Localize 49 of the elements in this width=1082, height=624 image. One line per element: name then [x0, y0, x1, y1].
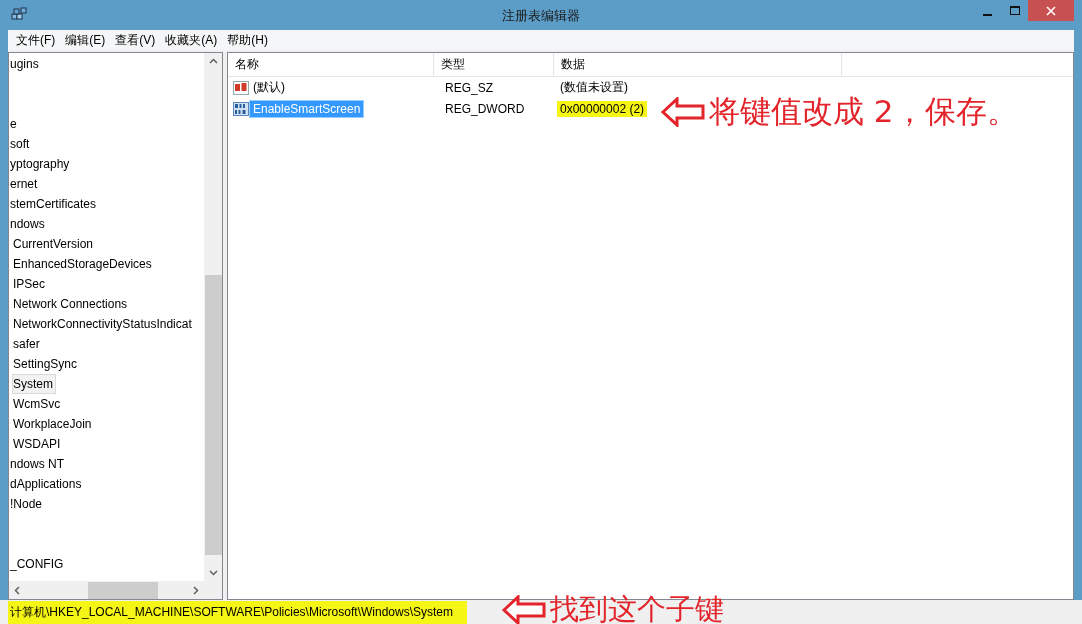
tree-item[interactable]: IPSec — [12, 274, 48, 294]
menu-item[interactable]: 帮助(H) — [223, 31, 274, 49]
status-path: 计算机\HKEY_LOCAL_MACHINE\SOFTWARE\Policies\Microsoft\Windows\System — [8, 600, 467, 624]
tree-item[interactable]: WSDAPI — [12, 434, 64, 454]
tree-item[interactable]: ernet — [9, 174, 41, 194]
tree-item[interactable]: System — [12, 374, 56, 394]
tree-item[interactable]: CurrentVersion — [12, 234, 97, 254]
tree-item[interactable]: safer — [12, 334, 43, 354]
menu-item[interactable]: 文件(F) — [12, 31, 62, 49]
tree-item[interactable]: _CONFIG — [9, 554, 67, 574]
tree-item[interactable]: stemCertificates — [9, 194, 100, 214]
vertical-scrollbar[interactable] — [204, 53, 222, 581]
tree-item[interactable]: SettingSync — [12, 354, 81, 374]
tree-item[interactable]: ndows — [9, 214, 48, 234]
tree-item[interactable]: NetworkConnectivityStatusIndicat — [12, 314, 195, 334]
horizontal-scrollbar[interactable] — [9, 581, 204, 599]
table-cell: 0x00000002 (2) — [557, 100, 648, 117]
tree-item[interactable]: dApplications — [9, 474, 85, 494]
menu-item[interactable]: 收藏夹(A) — [161, 31, 224, 49]
tree-item[interactable]: ugins — [9, 54, 42, 74]
window-title: 注册表编辑器 — [502, 7, 580, 25]
annotation-text: 将键值改成 2，保存。 — [709, 92, 1018, 131]
maximize-icon — [1009, 5, 1020, 16]
tree-item[interactable]: EnhancedStorageDevices — [12, 254, 155, 274]
tree-item[interactable]: Network Connections — [12, 294, 131, 314]
binary-value-icon — [233, 100, 249, 117]
string-value-icon — [233, 79, 249, 96]
table-cell-text: (数值未设置) — [559, 79, 629, 96]
scroll-thumb[interactable] — [204, 275, 222, 555]
value-name[interactable]: (默认) — [249, 77, 289, 98]
tree-item[interactable]: e — [9, 114, 20, 134]
table-cell: REG_SZ — [445, 80, 493, 95]
menu-item[interactable]: 查看(V) — [111, 31, 162, 49]
scroll-thumb[interactable] — [88, 581, 158, 599]
minimize-icon — [983, 13, 992, 16]
arrow-icon — [661, 97, 705, 127]
tree-item[interactable]: WcmSvc — [12, 394, 64, 414]
annotation-text: 找到这个子键 — [550, 591, 724, 624]
close-icon — [1046, 5, 1056, 16]
table-cell: REG_DWORD — [445, 101, 525, 116]
tree-item[interactable]: soft — [9, 134, 33, 154]
tree-item[interactable]: ndows NT — [9, 454, 68, 474]
tree-item[interactable]: WorkplaceJoin — [12, 414, 95, 434]
tree-item[interactable]: !Node — [9, 494, 46, 514]
tree-item[interactable]: yptography — [9, 154, 73, 174]
column-header[interactable]: 名称 — [228, 53, 434, 77]
column-header[interactable]: 类型 — [434, 53, 554, 77]
menu-item[interactable]: 编辑(E) — [61, 31, 112, 49]
column-header[interactable]: 数据 — [554, 53, 842, 77]
